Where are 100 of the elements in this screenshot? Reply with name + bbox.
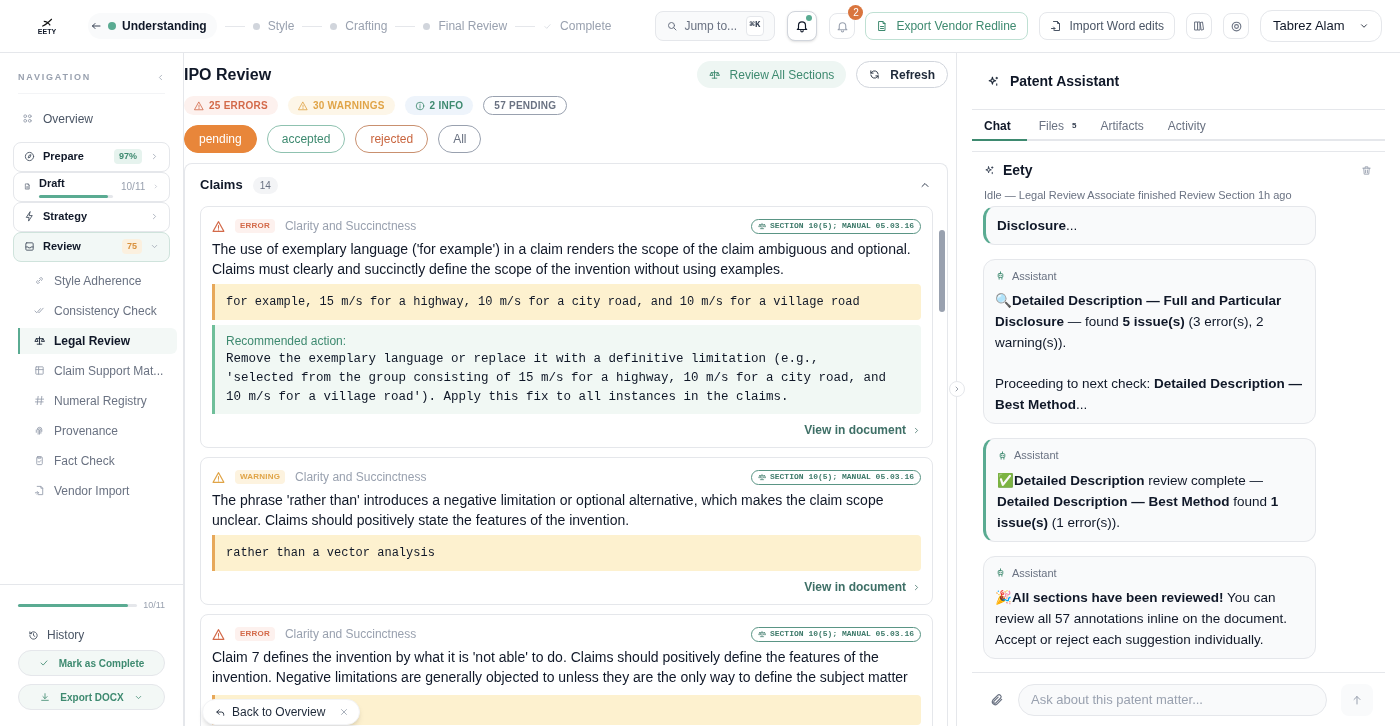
robot-icon (997, 449, 1008, 461)
page-title: IPO Review (184, 64, 273, 85)
history-link[interactable]: History (28, 626, 165, 644)
chat-input[interactable]: Ask about this patent matter... (1018, 683, 1327, 716)
scale-icon (708, 69, 720, 80)
jump-search-field[interactable]: Jump to... ⌘K (655, 11, 776, 41)
overview-link[interactable]: Overview (22, 109, 161, 128)
panel-tab[interactable]: Files 5 (1026, 112, 1089, 141)
chevron-right-icon (153, 182, 159, 191)
panel-tab[interactable]: Activity (1155, 112, 1218, 141)
robot-icon (995, 270, 1006, 282)
chevron-down-icon (1359, 21, 1369, 31)
refresh-button[interactable]: Refresh (856, 61, 948, 88)
issue-category: Clarity and Succinctness (284, 626, 418, 643)
quoted-text: rather than a vector analysis (226, 545, 435, 562)
severity-tag: ERROR (235, 219, 275, 233)
sparkle-icon (987, 74, 1000, 88)
progress-count: 10/11 (143, 598, 165, 612)
warning-icon (194, 100, 204, 111)
message-text: 🎉All sections have been reviewed! You can review all 57 annotations inline on the document. Accept or reject each suggestion individually. (995, 589, 1288, 649)
section-icon (24, 241, 35, 252)
agent-name: Eety (1003, 161, 1034, 180)
logo-mark-icon (39, 17, 55, 28)
import-edits-button[interactable]: Import Word edits (1038, 12, 1175, 40)
file-count: 5 (1072, 119, 1077, 132)
count-chip: 30 WARNINGS (287, 96, 395, 115)
issue-category: Clarity and Succinctness (284, 218, 418, 235)
bell-icon (795, 19, 810, 33)
step-button[interactable]: Complete (543, 17, 612, 35)
panel-title: Patent Assistant (1010, 71, 1120, 91)
warning-icon (212, 627, 225, 641)
issue-message: Claim 7 defines the invention by what it is 'not able' to do. Claims should positively define the features of the invention. Negative limitations are generally objected to unless they are the only way to define the subject matter (212, 648, 909, 687)
count-badge: 75 (122, 238, 142, 255)
nav-item[interactable]: Legal Review (18, 327, 177, 354)
nav-item[interactable]: Consistency Check (18, 297, 177, 324)
message-author: Assistant (1012, 268, 1057, 284)
document-icon (876, 20, 889, 32)
export-docx-button[interactable]: Export DOCX (18, 684, 165, 710)
section-title: Claims (200, 176, 243, 195)
nav-group[interactable]: Review 75 (13, 231, 170, 262)
info-icon (414, 100, 425, 111)
message-text: 🔍Detailed Description — Full and Particular Disclosure — found 5 issue(s) (3 error(s), 2 warning(s)). (995, 292, 1283, 352)
step-button[interactable]: Final Review (423, 17, 508, 35)
chevron-right-icon (150, 212, 159, 221)
export-redline-button[interactable]: Export Vendor Redline (865, 12, 1028, 40)
download-icon (40, 692, 51, 702)
warning-icon (212, 470, 225, 484)
notifications-button[interactable] (787, 11, 818, 41)
nav-item[interactable]: Numeral Registry (18, 387, 177, 414)
count-chip: 25 ERRORS (184, 96, 278, 115)
message-author: Assistant (1012, 565, 1057, 581)
panel-tab[interactable]: Chat (972, 112, 1027, 141)
mark-complete-button[interactable]: Mark as Complete (18, 650, 165, 676)
send-button[interactable] (1341, 683, 1373, 716)
item-icon (34, 335, 45, 346)
review-all-button[interactable]: Review All Sections (696, 61, 847, 88)
warning-icon (212, 219, 225, 233)
item-icon (34, 395, 45, 406)
message-text: ✅Detailed Description review complete — Detailed Description — Best Method found 1 issue(s) (1 error(s)). (997, 471, 1280, 532)
severity-tag: ERROR (235, 627, 275, 641)
attach-button[interactable] (990, 692, 1004, 707)
books-icon (1193, 20, 1205, 32)
nav-item[interactable]: Claim Support Mat... (18, 357, 177, 384)
message-text: Proceeding to next check: Detailed Description — Best Method... (995, 375, 1303, 414)
chevron-down-icon (150, 242, 159, 251)
settings-button[interactable] (1223, 13, 1249, 39)
panel-tab[interactable]: Artifacts (1088, 112, 1156, 141)
scrollbar[interactable] (939, 230, 945, 312)
item-icon (34, 305, 45, 316)
filter-chip[interactable]: pending (184, 125, 257, 153)
delete-button[interactable] (1361, 164, 1373, 177)
nav-item[interactable]: Provenance (18, 417, 177, 444)
quoted-text: for example, 15 m/s for a highway, 10 m/s for a city road, and 10 m/s for a village road (226, 294, 860, 311)
nav-group[interactable]: Prepare 97% (13, 141, 170, 172)
agent-status: Idle — Legal Review Associate finished Review Section 1h ago (984, 188, 1293, 203)
count-badge: 2 (848, 5, 864, 20)
search-icon (666, 20, 679, 32)
step-button[interactable]: Understanding (88, 13, 217, 39)
step-button[interactable]: Crafting (330, 17, 388, 35)
paperclip-icon (990, 692, 1004, 707)
progress-count: 10/11 (121, 180, 146, 194)
scale-icon (757, 473, 766, 481)
document-import-icon (1049, 20, 1062, 32)
collapse-icon (156, 73, 165, 83)
chevron-right-icon (953, 385, 961, 393)
nav-item[interactable]: Vendor Import (18, 477, 177, 504)
view-in-document-link[interactable]: View in document (804, 421, 921, 439)
back-icon (215, 706, 226, 718)
count-badge: 14 (252, 176, 278, 194)
nav-item[interactable]: Fact Check (18, 447, 177, 474)
step-button[interactable]: Style (252, 17, 295, 35)
nav-group[interactable]: Draft 10/11 (13, 171, 170, 202)
view-in-document-link[interactable]: View in document (804, 578, 921, 596)
user-menu[interactable]: Tabrez Alam (1260, 10, 1382, 42)
library-button[interactable] (1186, 13, 1212, 39)
issue-message: The phrase 'rather than' introduces a negative limitation or optional alternative, which makes the claim scope unclear. Claims should positively state the features of the invention. (212, 491, 885, 530)
nav-group[interactable]: Strategy (13, 201, 170, 232)
history-icon (28, 629, 39, 641)
nav-item[interactable]: Style Adherence (18, 267, 177, 294)
expand-handle[interactable] (949, 381, 965, 397)
